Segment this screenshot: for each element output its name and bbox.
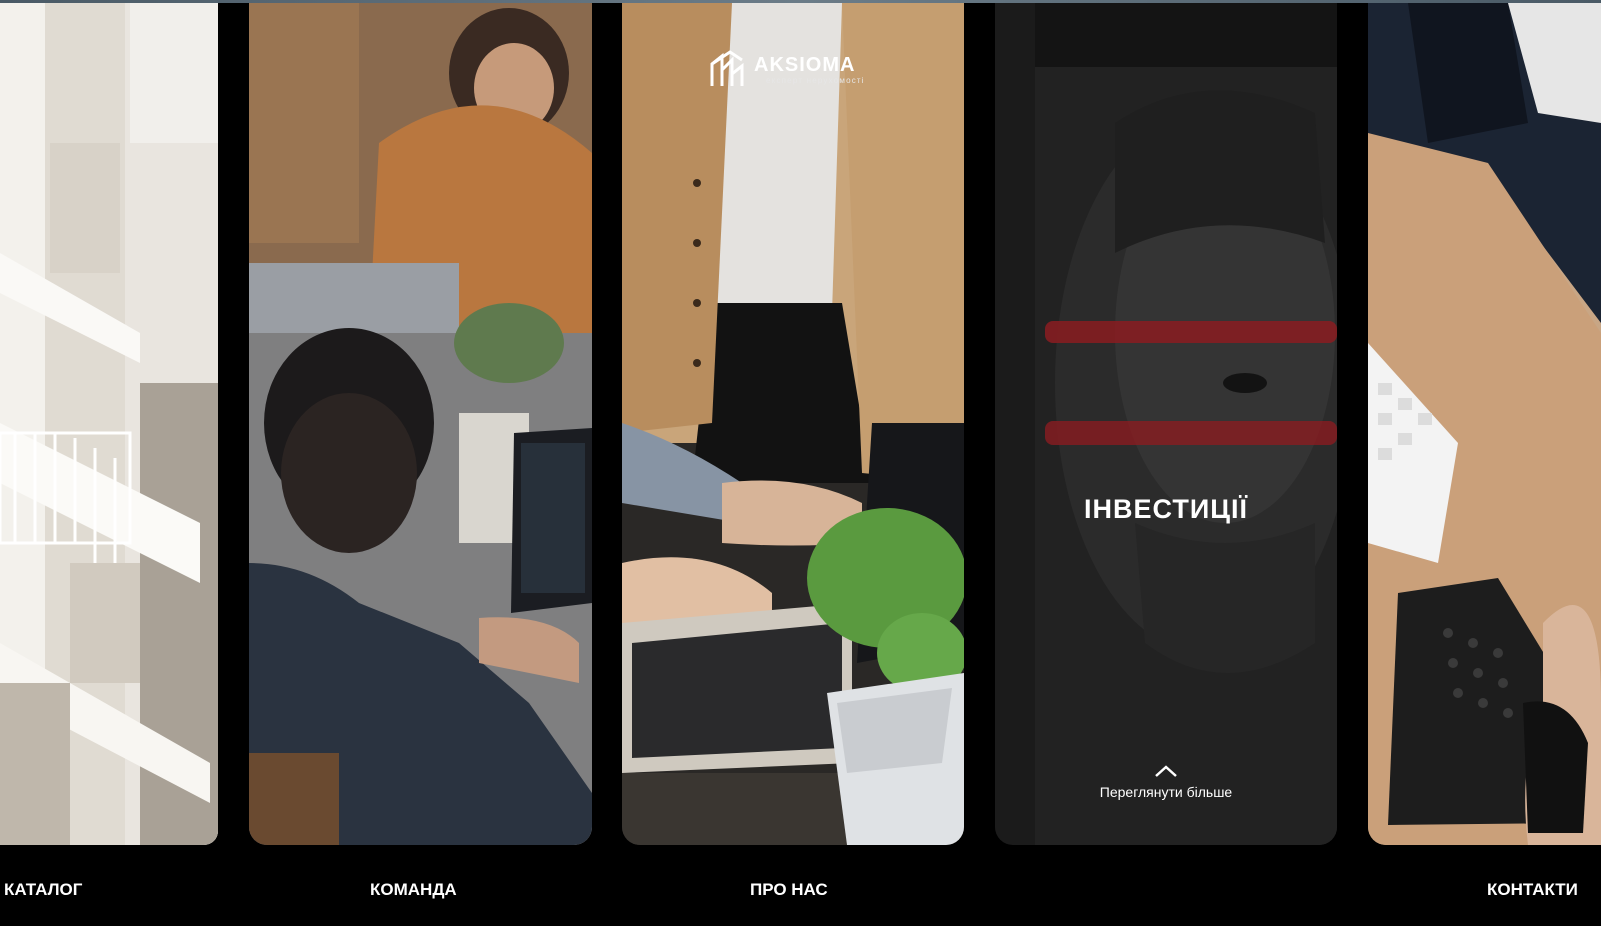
people-working-laptops-photo (249, 3, 592, 845)
page: AKSIOMA експерт нерухомості ІНВЕСТИЦІЇ П… (0, 0, 1601, 926)
hands-laptop-succulent-photo (622, 3, 964, 845)
banknote-portrait-photo (995, 3, 1337, 845)
panel-about[interactable] (622, 3, 964, 845)
brand-name: AKSIOMA (754, 54, 856, 76)
building-balconies-photo (0, 3, 218, 845)
nav-team[interactable]: КОМАНДА (370, 880, 457, 900)
panel-contacts[interactable] (1368, 3, 1601, 845)
hand-desk-phone-keyboard-photo (1368, 3, 1601, 845)
view-more-label: Переглянути більше (1099, 784, 1233, 800)
panel-investments[interactable] (995, 3, 1337, 845)
nav-contacts[interactable]: КОНТАКТИ (1487, 880, 1578, 900)
brand-logo[interactable]: AKSIOMA експерт нерухомості (710, 50, 880, 90)
aksioma-logo-mark-icon (710, 50, 744, 86)
brand-tagline: експерт нерухомості (766, 76, 865, 85)
panel-title-investments: ІНВЕСТИЦІЇ (1084, 494, 1248, 524)
panel-catalog[interactable] (0, 3, 218, 845)
view-more-button[interactable]: Переглянути більше (995, 764, 1337, 800)
panel-team[interactable] (249, 3, 592, 845)
nav-catalog[interactable]: КАТАЛОГ (4, 880, 82, 900)
chevron-up-icon (1155, 765, 1177, 777)
nav-about[interactable]: ПРО НАС (750, 880, 828, 900)
